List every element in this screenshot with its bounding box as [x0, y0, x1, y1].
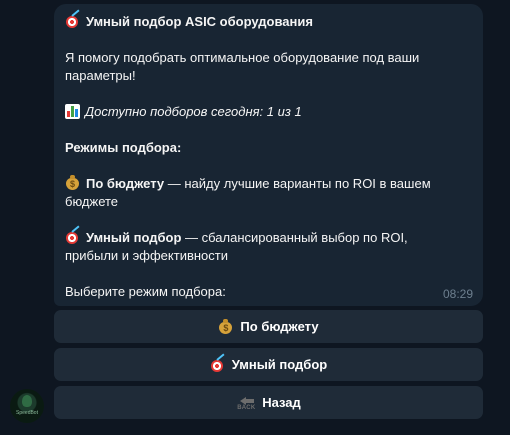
- bot-message-bubble: Умный подбор ASIC оборудования Я помогу …: [54, 4, 483, 306]
- smart-mode-button[interactable]: Умный подбор: [54, 348, 483, 381]
- mode-smart-desc-2: прибыли и эффективности: [65, 248, 228, 263]
- dart-icon: [210, 357, 226, 373]
- back-button[interactable]: BACK Назад: [54, 386, 483, 419]
- smart-mode-label: Умный подбор: [231, 357, 328, 372]
- message-intro: Я помогу подобрать оптимальное оборудова…: [65, 50, 420, 65]
- back-arrow-icon: BACK: [236, 395, 256, 411]
- avatar-face: [22, 395, 32, 407]
- mode-budget-description: По бюджету — найду лучшие варианты по RO…: [65, 175, 472, 193]
- message-title-text: Умный подбор ASIC оборудования: [86, 14, 313, 29]
- mode-budget-desc-2: бюджете: [65, 194, 119, 209]
- mode-smart-description: Умный подбор — сбалансированный выбор по…: [65, 229, 472, 247]
- dart-icon: [65, 229, 81, 245]
- back-icon-label: BACK: [237, 404, 256, 411]
- mode-budget-name: По бюджету: [86, 176, 165, 191]
- chat-area: Умный подбор ASIC оборудования Я помогу …: [0, 0, 510, 435]
- mode-budget-desc: — найду лучшие варианты по ROI в вашем: [164, 176, 431, 191]
- available-count-text: Доступно подборов сегодня: 1 из 1: [85, 104, 302, 119]
- message-title: Умный подбор ASIC оборудования: [65, 13, 472, 31]
- back-label: Назад: [262, 395, 301, 410]
- mode-smart-desc: — сбалансированный выбор по ROI,: [181, 230, 408, 245]
- message-prompt: Выберите режим подбора:: [65, 284, 226, 299]
- bot-avatar[interactable]: SpeedBot: [10, 389, 44, 423]
- bar-chart-icon: [65, 104, 80, 119]
- message-intro-2: параметры!: [65, 68, 136, 83]
- money-bag-icon: [65, 175, 81, 191]
- available-count: Доступно подборов сегодня: 1 из 1: [65, 103, 472, 121]
- modes-header: Режимы подбора:: [65, 140, 182, 155]
- money-bag-icon: [218, 318, 234, 335]
- budget-mode-button[interactable]: По бюджету: [54, 310, 483, 343]
- avatar-label: SpeedBot: [16, 410, 38, 416]
- message-time: 08:29: [442, 287, 473, 301]
- mode-smart-name: Умный подбор: [86, 230, 182, 245]
- dart-icon: [65, 13, 81, 29]
- budget-mode-label: По бюджету: [240, 319, 319, 334]
